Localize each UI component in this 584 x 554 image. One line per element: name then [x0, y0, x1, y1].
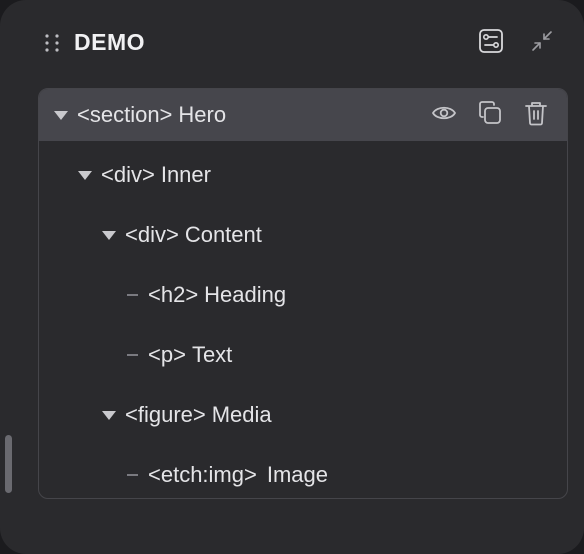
element-label: Hero [178, 102, 227, 127]
element-label: Media [211, 402, 272, 427]
element-tag: <section> [77, 102, 173, 127]
drag-handle-icon[interactable] [44, 33, 62, 53]
element-label: Heading [204, 282, 287, 307]
caret-down-icon[interactable] [102, 230, 116, 240]
element-label: Text [191, 342, 233, 367]
element-label: Content [184, 222, 262, 247]
collapse-button[interactable] [527, 28, 557, 58]
eye-icon [431, 103, 457, 128]
element-tag: <etch:img> [148, 462, 257, 487]
tree-row-hero[interactable]: <section> Hero [39, 89, 567, 141]
caret-down-icon[interactable] [78, 170, 92, 180]
element-tag: <div> [101, 162, 155, 187]
element-tag: <figure> [125, 402, 206, 427]
element-tag: <p> [148, 342, 186, 367]
layers-panel: DEMO <section> Hero <div> Inner <div> Co… [0, 0, 584, 554]
row-actions [429, 89, 567, 141]
tree-row-content[interactable]: <div> Content [39, 209, 567, 261]
scrollbar-thumb[interactable] [5, 435, 12, 493]
caret-down-icon[interactable] [102, 410, 116, 420]
leaf-dash-icon [127, 474, 138, 476]
caret-down-icon[interactable] [54, 110, 68, 120]
tree-row-inner[interactable]: <div> Inner [39, 149, 567, 201]
tree-row-text[interactable]: <p> Text [39, 329, 567, 381]
visibility-button[interactable] [429, 100, 459, 130]
trash-icon [524, 100, 548, 131]
element-label: Inner [160, 162, 211, 187]
tree-row-heading[interactable]: <h2> Heading [39, 269, 567, 321]
element-tag: <div> [125, 222, 179, 247]
settings-sliders-icon [478, 28, 504, 59]
panel-header: DEMO [0, 0, 584, 84]
layer-tree: <section> Hero <div> Inner <div> Content… [38, 88, 568, 499]
leaf-dash-icon [127, 294, 138, 296]
element-tag: <h2> [148, 282, 199, 307]
panel-title: DEMO [74, 29, 145, 55]
settings-button[interactable] [476, 28, 506, 58]
element-label: Image [266, 462, 328, 487]
tree-row-media[interactable]: <figure> Media [39, 389, 567, 441]
duplicate-icon [477, 100, 503, 131]
leaf-dash-icon [127, 354, 138, 356]
duplicate-button[interactable] [475, 100, 505, 130]
collapse-arrows-icon [530, 29, 554, 58]
tree-row-image[interactable]: <etch:img> Image [39, 449, 567, 498]
delete-button[interactable] [521, 100, 551, 130]
